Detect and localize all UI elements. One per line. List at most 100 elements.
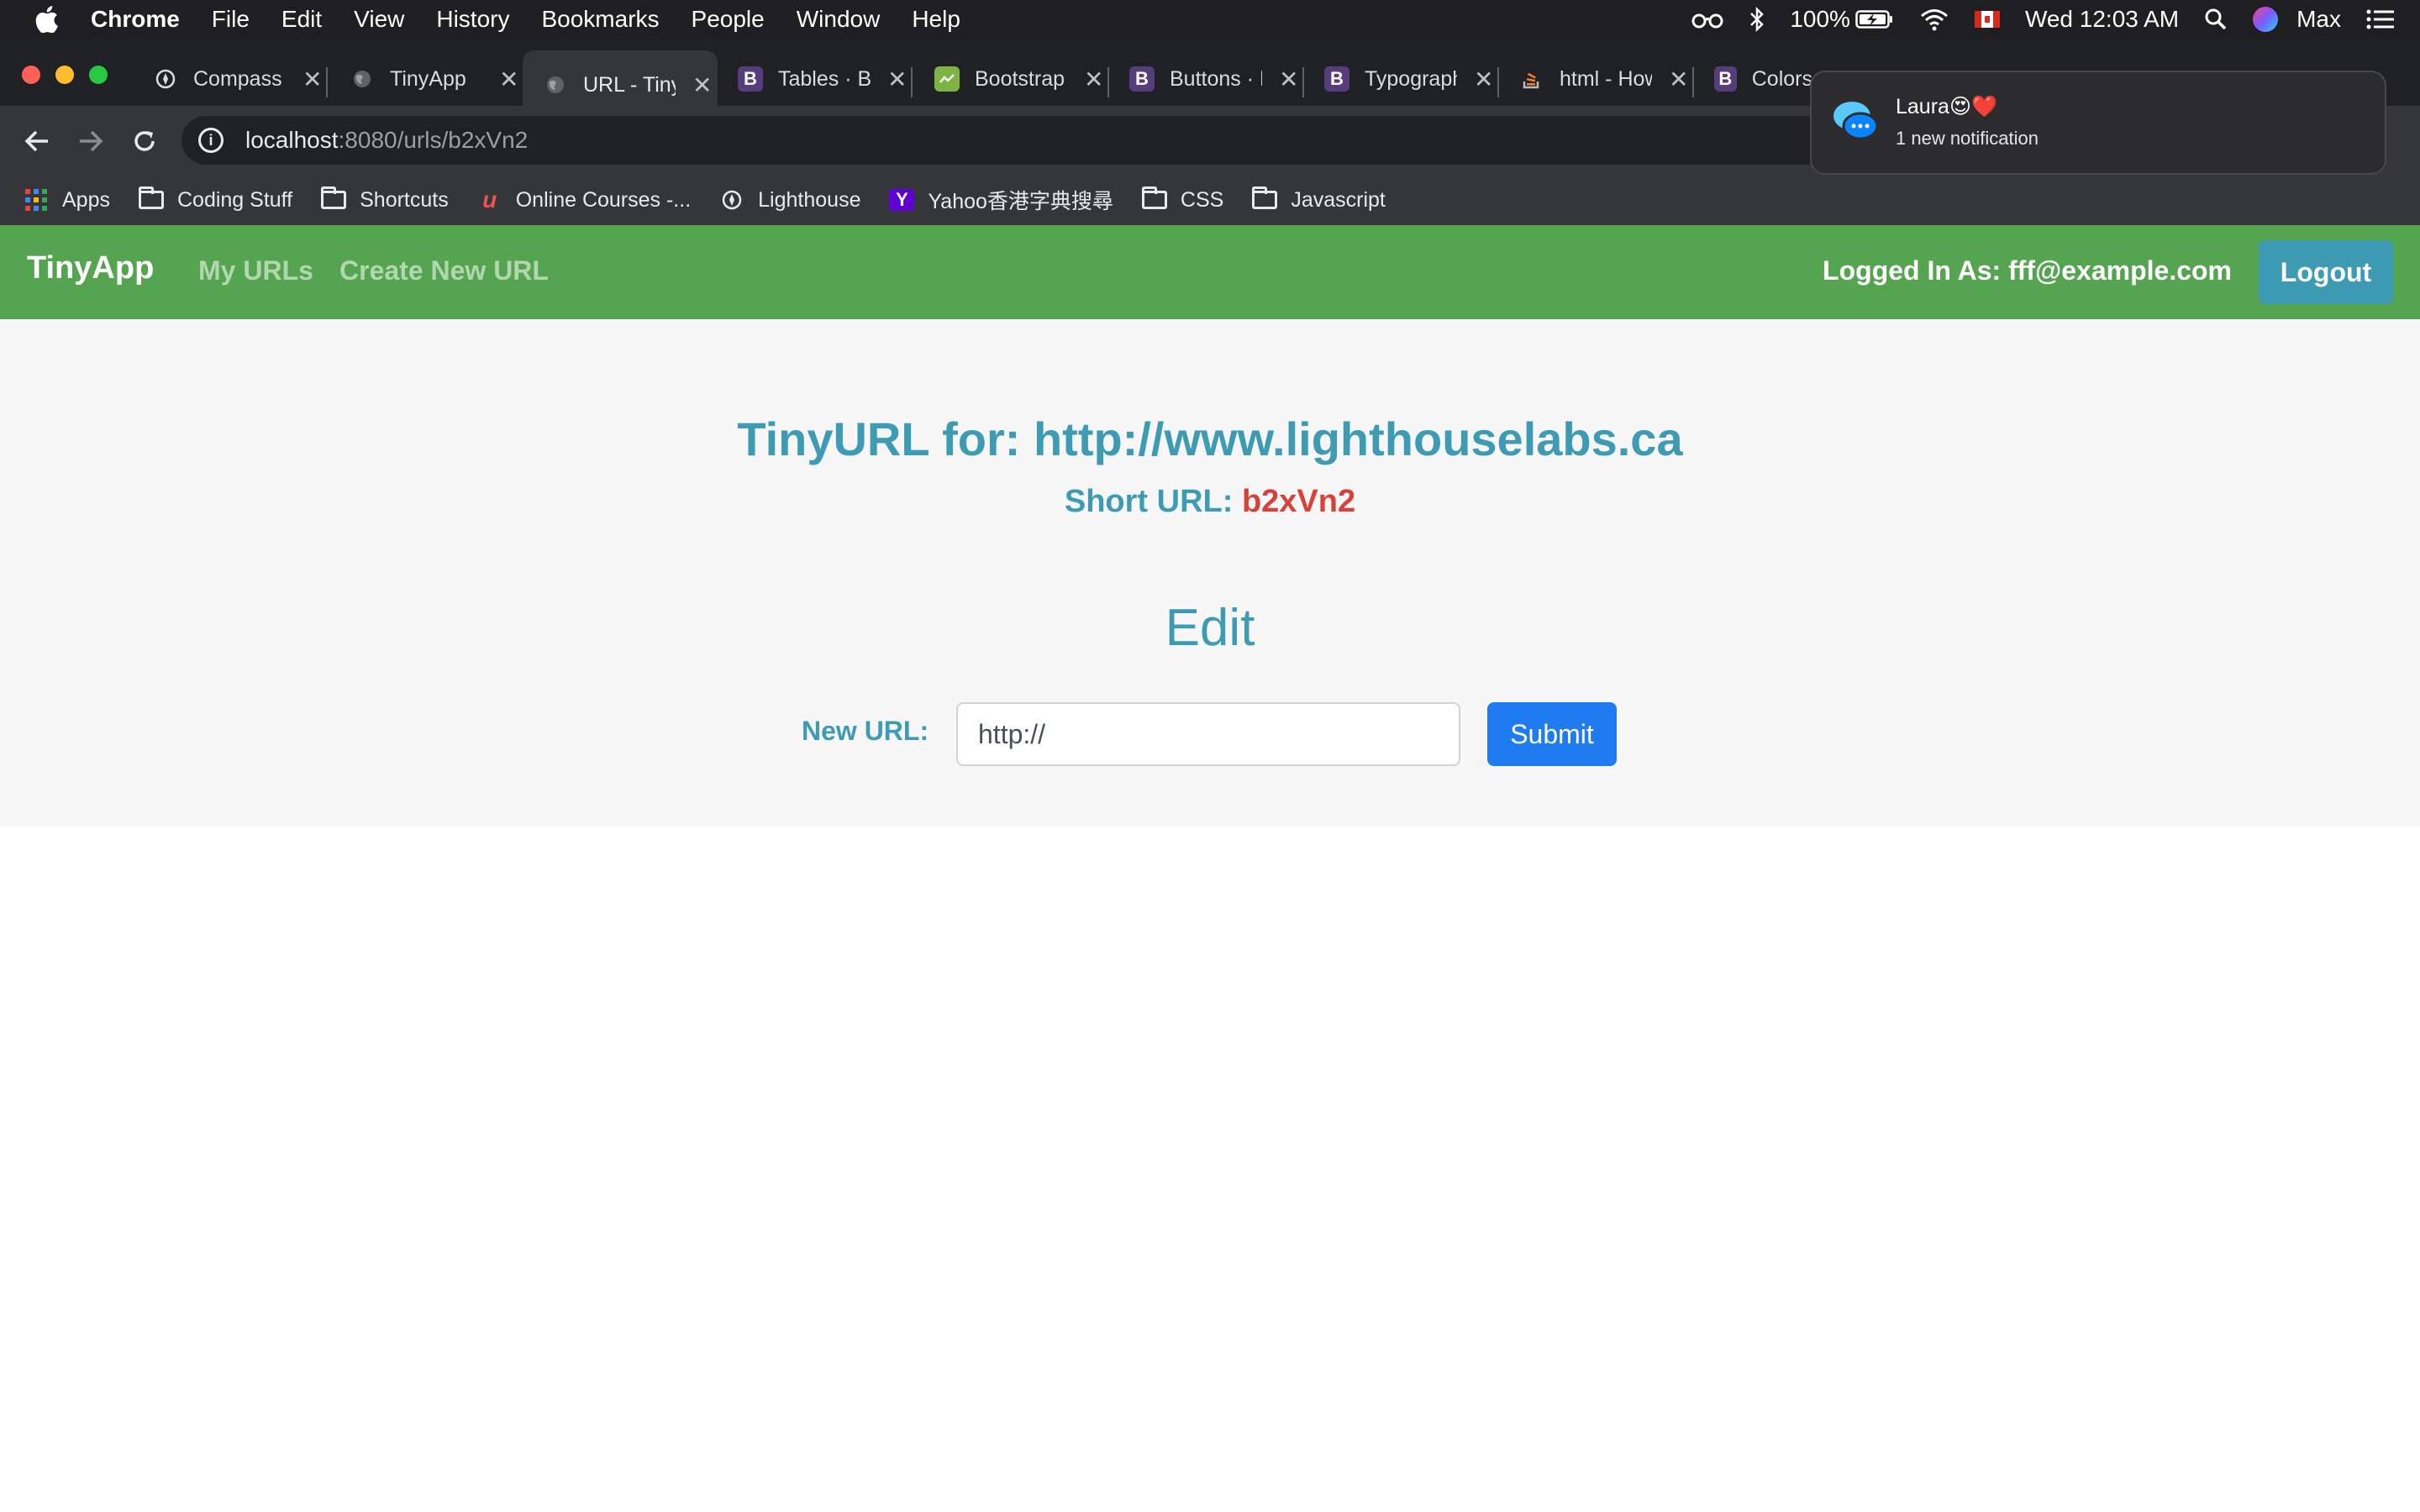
tab-close-icon[interactable]: ✕ — [692, 71, 712, 99]
bluetooth-icon[interactable] — [1749, 7, 1765, 32]
menu-help[interactable]: Help — [912, 6, 960, 33]
folder-icon — [1141, 186, 1167, 209]
menu-bookmarks[interactable]: Bookmarks — [541, 6, 659, 33]
status-area: 100% Wed 12:03 AM Max — [1665, 0, 2395, 39]
input-source-canada-flag-icon[interactable] — [1974, 11, 2000, 28]
bookmark-apps[interactable]: Apps — [24, 188, 110, 213]
bookmark-label: Apps — [62, 187, 110, 212]
bookmark-label: Coding Stuff — [176, 187, 293, 212]
bootstrap-logo-icon — [934, 66, 960, 92]
new-url-input-value: http:// — [978, 718, 1046, 749]
main-content: TinyURL for: http://www.lighthouselabs.c… — [0, 319, 2420, 827]
compass-icon — [153, 66, 178, 92]
nav-create-new-url[interactable]: Create New URL — [339, 255, 549, 286]
site-info-icon[interactable]: i — [198, 128, 224, 153]
new-url-label: New URL: — [802, 716, 929, 746]
menu-edit[interactable]: Edit — [281, 6, 322, 33]
tab-label: Tables · Bootstrap — [778, 66, 871, 91]
bookmark-yahoo-dictionary[interactable]: Y Yahoo香港字典搜尋 — [889, 185, 1113, 215]
bookmark-label: Yahoo香港字典搜尋 — [928, 190, 1113, 213]
folder-icon — [138, 186, 164, 209]
bookmark-label: Shortcuts — [360, 187, 449, 212]
forward-button[interactable] — [72, 123, 109, 160]
tab-label: Buttons · Bootstrap — [1170, 66, 1262, 91]
logout-button[interactable]: Logout — [2259, 240, 2393, 304]
bookmark-coding-stuff[interactable]: Coding Stuff — [138, 186, 293, 213]
url-path: :8080/urls/b2xVn2 — [338, 127, 529, 153]
notification-banner[interactable]: Laura😍❤️ 1 new notification — [1810, 71, 2386, 175]
menu-history[interactable]: History — [436, 6, 509, 33]
notification-title: Laura😍❤️ — [1896, 95, 1998, 118]
tab-close-icon[interactable]: ✕ — [1279, 66, 1298, 93]
tab-typography[interactable]: B Typography ✕ — [1304, 50, 1499, 108]
wifi-icon[interactable] — [1919, 8, 1949, 31]
bookmarks-bar: Apps Coding Stuff Shortcuts u Online Cou… — [0, 175, 2420, 225]
menu-window[interactable]: Window — [797, 6, 881, 33]
address-bar-url[interactable]: localhost:8080/urls/b2xVn2 — [245, 127, 528, 154]
close-window-button[interactable] — [22, 66, 40, 84]
logged-in-status: Logged In As: fff@example.com — [1823, 255, 2232, 286]
tab-compass[interactable]: Compass ✕ — [133, 50, 328, 108]
tab-close-icon[interactable]: ✕ — [302, 66, 322, 93]
bookmark-css[interactable]: CSS — [1141, 186, 1224, 213]
bootstrap-b-icon: B — [1324, 66, 1349, 92]
submit-button[interactable]: Submit — [1487, 702, 1617, 766]
brand-link[interactable]: TinyApp — [27, 250, 154, 286]
bookmark-javascript[interactable]: Javascript — [1252, 186, 1386, 213]
spotlight-search-icon[interactable] — [2204, 8, 2228, 31]
bookmark-label: Lighthouse — [758, 187, 861, 212]
tab-label: URL - TinyApp — [583, 72, 676, 97]
clock[interactable]: Wed 12:03 AM — [2025, 6, 2179, 33]
siri-icon[interactable] — [2253, 7, 2279, 32]
tab-stackoverflow[interactable]: html - How ✕ — [1499, 50, 1694, 108]
reload-icon — [134, 131, 155, 151]
tab-label: Colors — [1751, 66, 1812, 91]
tab-close-icon[interactable]: ✕ — [1669, 66, 1688, 93]
url-host: localhost — [245, 127, 339, 153]
yahoo-icon: Y — [889, 189, 915, 211]
notification-center-icon[interactable] — [2366, 8, 2395, 30]
short-url-label: Short URL: — [1064, 484, 1234, 519]
globe-icon — [543, 72, 568, 97]
bookmark-online-courses[interactable]: u Online Courses -... — [477, 186, 692, 213]
apple-menu-icon[interactable] — [34, 6, 59, 33]
reload-button[interactable] — [126, 123, 163, 160]
short-url-line: Short URL: b2xVn2 — [0, 484, 2420, 520]
menu-app-chrome[interactable]: Chrome — [91, 6, 180, 33]
tab-close-icon[interactable]: ✕ — [1474, 66, 1493, 93]
zoom-window-button[interactable] — [89, 66, 108, 84]
menu-view[interactable]: View — [354, 6, 404, 33]
apps-grid-icon — [25, 189, 47, 211]
folder-icon — [1252, 186, 1278, 209]
tab-close-icon[interactable]: ✕ — [887, 66, 907, 93]
user-name[interactable]: Max — [2296, 6, 2341, 33]
tab-bootstrap[interactable]: Bootstrap ✕ — [914, 50, 1109, 108]
battery-charging-icon[interactable] — [1855, 9, 1894, 29]
tab-buttons-bootstrap[interactable]: B Buttons · Bootstrap ✕ — [1109, 50, 1304, 108]
menu-file[interactable]: File — [212, 6, 250, 33]
bookmark-label: Javascript — [1291, 187, 1386, 212]
tab-label: html - How — [1560, 66, 1652, 91]
tab-close-icon[interactable]: ✕ — [499, 66, 518, 93]
nav-my-urls[interactable]: My URLs — [198, 255, 313, 286]
tab-close-icon[interactable]: ✕ — [1084, 66, 1103, 93]
tab-label: TinyApp — [390, 66, 466, 91]
compass-icon — [719, 189, 744, 211]
new-url-input[interactable]: http:// — [956, 702, 1460, 766]
bookmark-shortcuts[interactable]: Shortcuts — [321, 186, 449, 213]
back-button[interactable] — [18, 123, 55, 160]
tab-colors[interactable]: B Colors — [1694, 50, 1812, 108]
minimize-window-button[interactable] — [55, 66, 74, 84]
battery-percent: 100% — [1790, 6, 1850, 32]
bootstrap-b-icon: B — [738, 66, 763, 92]
tab-tables-bootstrap[interactable]: B Tables · Bootstrap ✕ — [718, 50, 913, 108]
forward-arrow-icon — [80, 130, 103, 152]
globe-icon — [350, 66, 375, 92]
menu-people[interactable]: People — [692, 6, 765, 33]
bookmark-label: CSS — [1180, 187, 1224, 212]
tab-label: Compass — [193, 66, 282, 91]
bookmark-lighthouse[interactable]: Lighthouse — [719, 188, 860, 213]
glasses-icon[interactable] — [1691, 9, 1724, 29]
tab-tinyapp[interactable]: TinyApp ✕ — [329, 50, 524, 108]
bookmark-label: Online Courses -... — [515, 187, 692, 212]
